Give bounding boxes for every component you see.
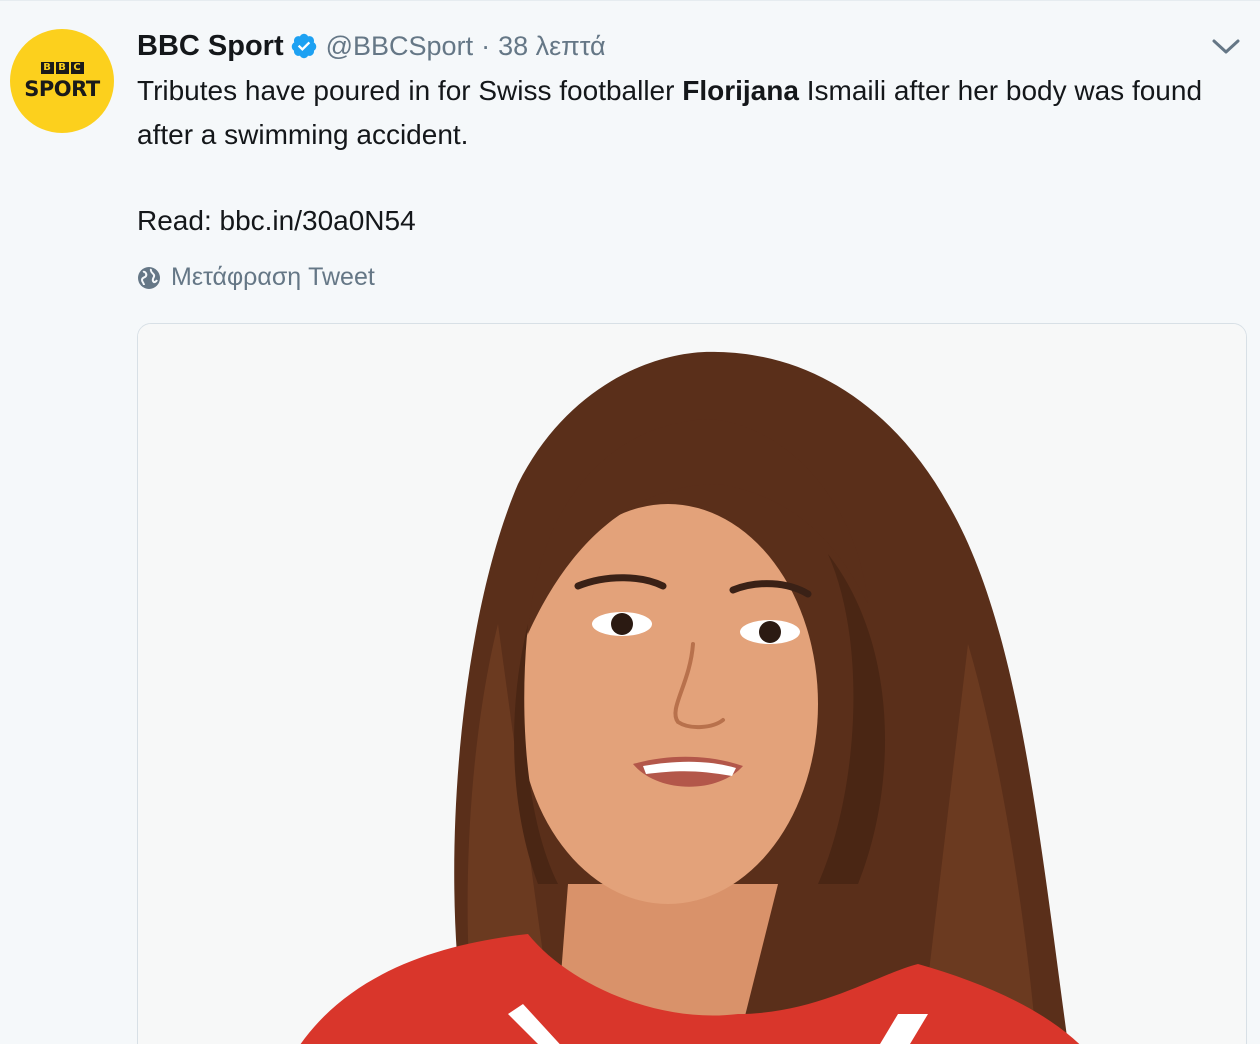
translate-label: Μετάφραση Tweet — [171, 263, 375, 291]
tweet-text-part: Tributes have poured in for Swiss footba… — [137, 75, 683, 106]
globe-icon — [138, 266, 160, 289]
tweet-timestamp[interactable]: 38 λεπτά — [498, 31, 606, 62]
player-portrait-image — [138, 324, 1246, 1044]
bbc-logo-block: B — [55, 61, 69, 74]
read-label: Read: — [137, 205, 220, 236]
bbc-logo-block: C — [70, 61, 84, 74]
user-handle[interactable]: @BBCSport — [326, 31, 473, 62]
translate-tweet-button[interactable]: Μετάφραση Tweet — [137, 263, 375, 292]
read-line: Read: bbc.in/30a0N54 — [137, 199, 416, 243]
media-card-photo[interactable] — [137, 323, 1247, 1044]
tweet-text: Tributes have poured in for Swiss footba… — [137, 69, 1237, 157]
avatar[interactable]: B B C SPORT — [10, 29, 114, 133]
display-name[interactable]: BBC Sport — [137, 30, 284, 63]
tweet-header: BBC Sport @BBCSport · 38 λεπτά — [137, 27, 606, 65]
avatar-sport-text: SPORT — [24, 76, 100, 101]
tweet[interactable]: B B C SPORT BBC Sport @BBCSport · 38 λεπ… — [0, 0, 1260, 1044]
tweet-text-bold: Florijana — [682, 75, 799, 106]
bbc-logo-blocks: B B C — [40, 61, 84, 74]
header-separator: · — [481, 30, 491, 61]
article-link[interactable]: bbc.in/30a0N54 — [220, 205, 416, 236]
verified-badge-icon — [291, 33, 316, 59]
bbc-logo-block: B — [40, 61, 54, 74]
chevron-down-icon[interactable] — [1210, 35, 1242, 59]
